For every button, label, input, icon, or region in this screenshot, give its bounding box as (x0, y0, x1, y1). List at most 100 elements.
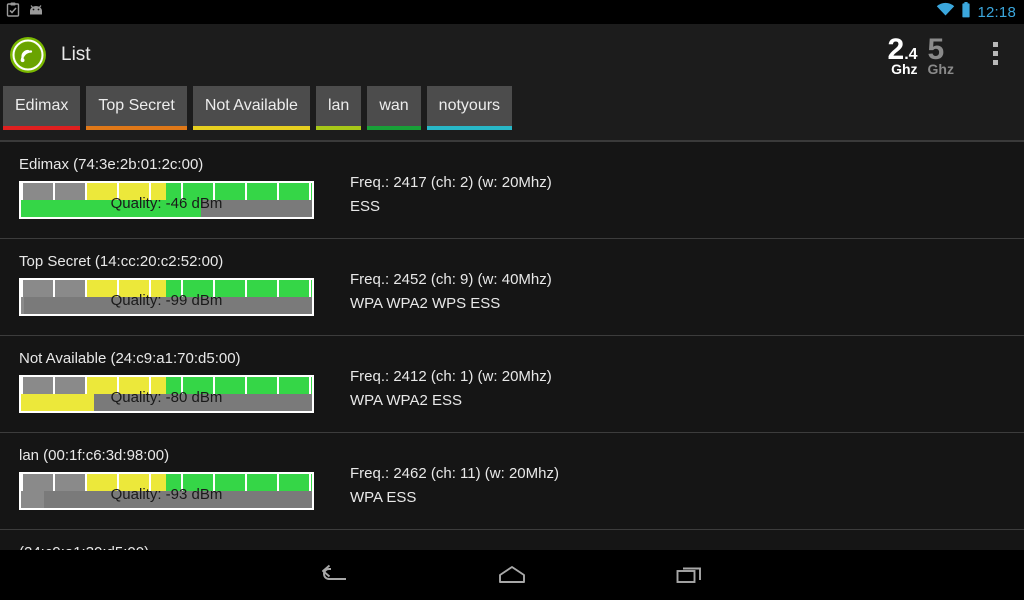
quality-scale-tick (181, 183, 184, 200)
signal-quality-meter: Quality: -80 dBm (19, 375, 314, 413)
android-screen: 12:18 List 2.4 Ghz 5 Ghz Edimax Top Secr… (0, 0, 1024, 600)
quality-scale-tick (53, 280, 55, 297)
quality-scale-tick (181, 377, 184, 394)
network-row-right: Freq.: 2462 (ch: 11) (w: 20Mhz) WPA ESS (350, 433, 559, 529)
quality-scale-tick (21, 474, 23, 491)
overflow-menu-icon[interactable] (980, 31, 1010, 75)
home-icon[interactable] (488, 555, 536, 595)
tab-label: lan (327, 96, 350, 114)
quality-scale-tick (245, 280, 248, 297)
quality-scale-tick (213, 183, 216, 200)
quality-fill (21, 394, 94, 411)
quality-scale-tick (85, 377, 88, 394)
network-row-left: lan (00:1f:c6:3d:98:00) Quality: -93 dBm (0, 433, 350, 529)
band-2-4ghz-button[interactable]: 2.4 Ghz (888, 35, 918, 77)
network-row[interactable]: Top Secret (14:cc:20:c2:52:00) Quality: -… (0, 239, 1024, 336)
band-5ghz-unit: Ghz (927, 61, 954, 77)
tab-wan[interactable]: wan (367, 86, 421, 130)
network-frequency: Freq.: 2412 (ch: 1) (w: 20Mhz) (350, 368, 552, 385)
quality-scale-segment (166, 474, 312, 491)
status-bar-clock: 12:18 (977, 3, 1016, 21)
tab-edimax[interactable]: Edimax (3, 86, 81, 130)
tab-not-available[interactable]: Not Available (192, 86, 310, 130)
network-capabilities: WPA WPA2 ESS (350, 392, 462, 409)
tab-label: Not Available (204, 96, 298, 114)
signal-quality-meter: Quality: -99 dBm (19, 278, 314, 316)
status-bar-system: 12:18 (936, 1, 1016, 23)
quality-scale-tick (213, 280, 216, 297)
quality-scale-tick (245, 183, 248, 200)
status-bar: 12:18 (0, 0, 1024, 24)
quality-scale-tick (309, 377, 312, 394)
overflow-dot (992, 59, 998, 65)
quality-scale-tick (245, 474, 248, 491)
network-ssid: Top Secret (14:cc:20:c2:52:00) (19, 253, 224, 270)
quality-scale-tick (277, 280, 280, 297)
quality-fill-track (21, 394, 312, 411)
quality-scale (21, 474, 312, 491)
network-ssid: Edimax (74:3e:2b:01:2c:00) (19, 156, 204, 173)
network-row[interactable]: (24:c9:a1:30:d5:00) (0, 530, 1024, 550)
quality-scale-tick (309, 474, 312, 491)
network-row[interactable]: Not Available (24:c9:a1:70:d5:00) Quality… (0, 336, 1024, 433)
tab-label: notyours (438, 96, 501, 114)
quality-fill-track (21, 200, 312, 217)
back-icon[interactable] (310, 555, 358, 595)
quality-scale-tick (117, 474, 120, 491)
network-row-right: Freq.: 2417 (ch: 2) (w: 20Mhz) ESS (350, 142, 552, 238)
network-capabilities: ESS (350, 198, 381, 215)
quality-scale-segment (166, 280, 312, 297)
network-ssid: lan (00:1f:c6:3d:98:00) (19, 447, 170, 464)
clipboard-check-icon (6, 2, 20, 22)
quality-scale-tick (149, 280, 152, 297)
quality-scale-tick (277, 183, 280, 200)
quality-scale-tick (117, 183, 120, 200)
quality-scale-segment (85, 183, 167, 200)
quality-scale-tick (245, 377, 248, 394)
page-title: List (61, 44, 91, 65)
network-list[interactable]: Edimax (74:3e:2b:01:2c:00) Quality: -46 d… (0, 142, 1024, 550)
action-bar: List 2.4 Ghz 5 Ghz (0, 24, 1024, 86)
quality-scale-tick (21, 183, 23, 200)
quality-scale-tick (309, 183, 312, 200)
quality-scale-tick (21, 377, 23, 394)
quality-scale-tick (277, 474, 280, 491)
quality-scale-tick (85, 183, 88, 200)
quality-scale-tick (149, 474, 152, 491)
tab-top-secret[interactable]: Top Secret (86, 86, 187, 130)
quality-fill-track (21, 297, 312, 314)
tab-label: Edimax (15, 96, 69, 114)
recents-icon[interactable] (666, 555, 714, 595)
quality-scale-segment (85, 280, 167, 297)
quality-scale-tick (85, 280, 88, 297)
status-bar-notifications (6, 2, 44, 22)
network-frequency: Freq.: 2417 (ch: 2) (w: 20Mhz) (350, 174, 552, 191)
tab-notyours[interactable]: notyours (426, 86, 513, 130)
band-5ghz-button[interactable]: 5 Ghz (927, 35, 954, 77)
quality-fill (21, 297, 24, 314)
quality-scale (21, 280, 312, 297)
battery-icon (961, 1, 971, 23)
network-row-right: Freq.: 2452 (ch: 9) (w: 40Mhz) WPA WPA2 W… (350, 239, 552, 335)
tab-label: Top Secret (98, 96, 175, 114)
quality-scale-tick (181, 280, 184, 297)
quality-scale-tick (53, 377, 55, 394)
network-row[interactable]: lan (00:1f:c6:3d:98:00) Quality: -93 dBm F… (0, 433, 1024, 530)
network-frequency: Freq.: 2452 (ch: 9) (w: 40Mhz) (350, 271, 552, 288)
tab-lan[interactable]: lan (315, 86, 362, 130)
network-row-left: (24:c9:a1:30:d5:00) (0, 530, 350, 550)
wifi-icon (936, 2, 955, 22)
network-capabilities: WPA WPA2 WPS ESS (350, 295, 501, 312)
quality-scale-tick (149, 377, 152, 394)
quality-scale (21, 183, 312, 200)
network-row-right: Freq.: 2412 (ch: 1) (w: 20Mhz) WPA WPA2 E… (350, 336, 552, 432)
network-tab-strip[interactable]: Edimax Top Secret Not Available lan wan notyo… (0, 86, 1024, 140)
network-row[interactable]: Edimax (74:3e:2b:01:2c:00) Quality: -46 d… (0, 142, 1024, 239)
quality-scale-tick (277, 377, 280, 394)
quality-fill (21, 200, 202, 217)
quality-scale (21, 377, 312, 394)
network-row-left: Edimax (74:3e:2b:01:2c:00) Quality: -46 d… (0, 142, 350, 238)
network-ssid: Not Available (24:c9:a1:70:d5:00) (19, 350, 241, 367)
network-frequency: Freq.: 2462 (ch: 11) (w: 20Mhz) (350, 465, 559, 482)
quality-scale-tick (117, 280, 120, 297)
